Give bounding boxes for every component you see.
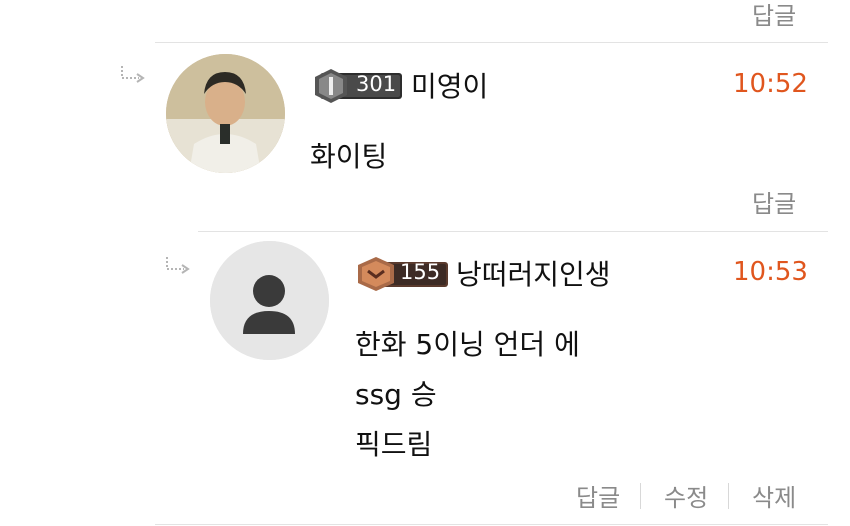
action-separator	[728, 483, 729, 509]
avatar[interactable]	[166, 54, 285, 173]
delete-button[interactable]: 삭제	[752, 478, 796, 513]
reply-arrow-icon	[166, 257, 190, 274]
reply-button[interactable]: 답글	[752, 184, 796, 219]
comment-time: 10:52	[733, 69, 808, 99]
comment-item-1: 301 미영이 10:52 화이팅 답글	[0, 42, 850, 230]
nickname[interactable]: 낭떠러지인생	[456, 253, 611, 293]
comment-time: 10:53	[733, 257, 808, 287]
level-number: 155	[400, 260, 441, 284]
edit-button[interactable]: 수정	[664, 478, 708, 513]
action-separator	[640, 483, 641, 509]
avatar[interactable]	[210, 241, 329, 360]
reply-button[interactable]: 답글	[576, 478, 620, 513]
level-number: 301	[356, 72, 397, 96]
comment-text-line: ssg 승	[355, 378, 437, 411]
comment-text: 화이팅	[310, 140, 388, 173]
comment-divider	[155, 524, 828, 525]
profile-photo-icon	[166, 54, 285, 173]
default-user-icon	[210, 241, 329, 360]
nickname[interactable]: 미영이	[411, 65, 488, 105]
comment-item-2: 155 낭떠러지인생 10:53 한화 5이닝 언더 에 ssg 승 픽드림	[0, 231, 850, 526]
comment-text-line: 한화 5이닝 언더 에	[355, 328, 580, 361]
comment-text-line: 픽드림	[355, 428, 433, 461]
top-reply-button[interactable]: 답글	[752, 0, 796, 31]
reply-arrow-icon	[121, 66, 145, 83]
